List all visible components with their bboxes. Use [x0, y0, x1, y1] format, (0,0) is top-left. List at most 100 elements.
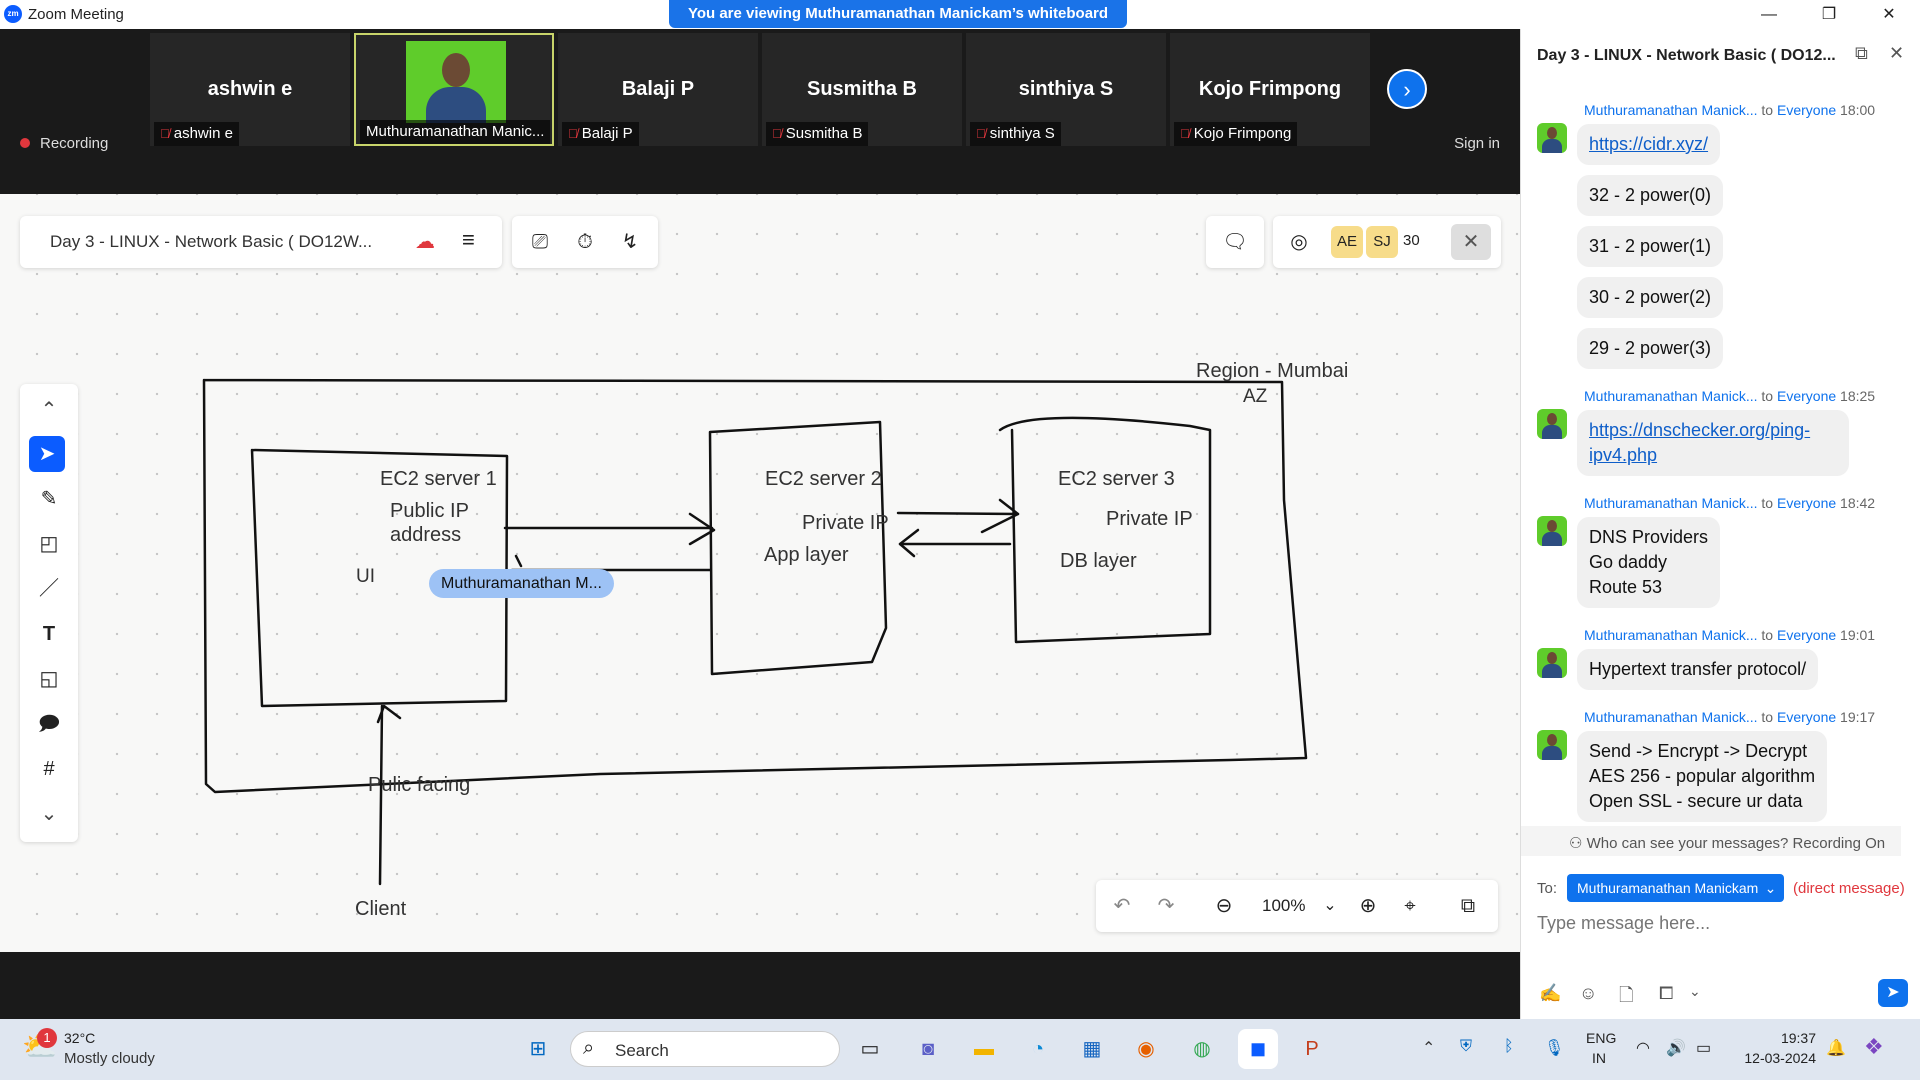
- message-bubble: 31 - 2 power(1): [1577, 226, 1724, 267]
- send-icon[interactable]: ➤: [1878, 979, 1908, 1007]
- message-header: Muthuramanathan Manick... to Everyone 19…: [1584, 709, 1876, 725]
- arrow-2to3-line: [896, 511, 1020, 516]
- notification-bell-icon[interactable]: 🔔: [1826, 1038, 1846, 1058]
- label-public-ip: Public IP: [390, 500, 469, 522]
- chrome-icon[interactable]: ◍: [1182, 1029, 1222, 1069]
- restore-button[interactable]: ❐: [1800, 0, 1858, 29]
- taskbar-search[interactable]: ⌕ Search: [570, 1031, 840, 1067]
- volume-icon[interactable]: 🔊: [1666, 1038, 1686, 1058]
- whiteboard-drawing: [202, 378, 1308, 886]
- zoom-out-icon[interactable]: ⊖: [1206, 888, 1242, 924]
- sign-in-link[interactable]: Sign in: [1454, 135, 1500, 152]
- pages-icon[interactable]: ⧉: [1450, 888, 1486, 924]
- screenshot-icon[interactable]: ⧠: [1659, 983, 1673, 1004]
- powerpoint-icon[interactable]: P: [1292, 1029, 1332, 1069]
- bluetooth-icon[interactable]: ᛒ: [1504, 1038, 1514, 1056]
- close-window-button[interactable]: ✕: [1860, 0, 1918, 29]
- security-icon[interactable]: ⛨: [1460, 1038, 1472, 1056]
- participant-label: Muthuramanathan Manic...: [360, 120, 551, 144]
- chat-title: Day 3 - LINUX - Network Basic ( DO12...: [1537, 47, 1836, 64]
- participant-label: 🎙̸ sinthiya S: [970, 122, 1061, 146]
- to-label: To:: [1537, 880, 1558, 897]
- label-server3-ip: Private IP: [1106, 508, 1193, 530]
- next-page-icon[interactable]: ›: [1387, 69, 1427, 109]
- recipient-dropdown[interactable]: Muthuramanathan Manickam ⌄: [1567, 874, 1785, 902]
- participant-label: 🎙̸ Susmitha B: [766, 122, 869, 146]
- privacy-note[interactable]: ⚇ Who can see your messages? Recording O…: [1569, 834, 1885, 852]
- weather-temp[interactable]: 32°C: [64, 1030, 95, 1046]
- copilot-icon[interactable]: ❖: [1864, 1034, 1884, 1060]
- message-input[interactable]: [1537, 907, 1897, 939]
- link-mark: [514, 554, 523, 568]
- popout-icon[interactable]: ⧉: [1855, 43, 1868, 64]
- title-bar: zm Zoom Meeting You are viewing Muthuram…: [0, 0, 1920, 29]
- participant-tile[interactable]: ashwin e 🎙̸ ashwin e: [150, 33, 350, 146]
- windows-taskbar: [0, 1019, 1920, 1080]
- chevron-down-icon[interactable]: ⌄: [1689, 983, 1701, 1000]
- chevron-up-icon[interactable]: ⌃: [1422, 1038, 1435, 1058]
- recording-indicator: Recording: [20, 135, 108, 152]
- firefox-icon[interactable]: ◉: [1126, 1029, 1166, 1069]
- clock-date[interactable]: 12-03-2024: [1736, 1050, 1816, 1066]
- wifi-icon[interactable]: ◠: [1636, 1038, 1650, 1058]
- participant-tile[interactable]: sinthiya S 🎙̸ sinthiya S: [966, 33, 1166, 146]
- label-client: Client: [355, 898, 407, 920]
- mic-muted-icon: 🎙̸: [976, 126, 986, 141]
- teams-icon[interactable]: ◙: [908, 1029, 948, 1069]
- zoom-in-icon[interactable]: ⊕: [1350, 888, 1386, 924]
- battery-icon[interactable]: ▭: [1696, 1038, 1711, 1058]
- edge-icon[interactable]: ◔: [1018, 1029, 1058, 1069]
- chat-panel: Day 3 - LINUX - Network Basic ( DO12... …: [1520, 29, 1920, 1019]
- store-icon[interactable]: ▦: [1072, 1029, 1112, 1069]
- undo-icon[interactable]: ↶: [1104, 888, 1140, 924]
- whiteboard-canvas[interactable]: Day 3 - LINUX - Network Basic ( DO12W...…: [0, 194, 1520, 952]
- format-icon[interactable]: ✍: [1539, 983, 1561, 1004]
- label-address: address: [390, 524, 462, 546]
- chevron-down-icon[interactable]: ⌄: [1312, 888, 1348, 924]
- mic-muted-icon: 🎙̸: [1180, 126, 1190, 141]
- participant-name: Susmitha B: [806, 78, 918, 100]
- language-code[interactable]: ENG: [1586, 1030, 1616, 1046]
- chevron-down-icon: ⌄: [1764, 880, 1777, 896]
- message-header: Muthuramanathan Manick... to Everyone 18…: [1584, 495, 1876, 511]
- label-app-layer: App layer: [764, 544, 849, 566]
- redo-icon[interactable]: ↷: [1148, 888, 1184, 924]
- participant-label: 🎙̸ ashwin e: [154, 122, 239, 146]
- microphone-icon[interactable]: 🎙: [1544, 1038, 1564, 1058]
- participant-tile[interactable]: Kojo Frimpong 🎙̸ Kojo Frimpong: [1170, 33, 1370, 146]
- mic-muted-icon: 🎙̸: [772, 126, 782, 141]
- link[interactable]: https://dnschecker.org/ping-ipv4.php: [1589, 420, 1810, 465]
- file-icon[interactable]: 🗋: [1619, 983, 1633, 1013]
- close-chat-icon[interactable]: ✕: [1889, 43, 1904, 64]
- zoom-app-icon[interactable]: ◼: [1238, 1029, 1278, 1069]
- weather-badge: 1: [37, 1028, 57, 1048]
- sender-avatar: [1537, 730, 1567, 760]
- task-view-icon[interactable]: ▭: [850, 1029, 890, 1069]
- message-bubble: Hypertext transfer protocol/: [1577, 649, 1819, 690]
- message-bubble: https://cidr.xyz/: [1577, 124, 1721, 165]
- weather-desc[interactable]: Mostly cloudy: [64, 1050, 155, 1067]
- sender-avatar: [1537, 516, 1567, 546]
- file-explorer-icon[interactable]: ▬: [964, 1029, 1004, 1069]
- link[interactable]: https://cidr.xyz/: [1589, 134, 1708, 154]
- participant-tile[interactable]: Balaji P 🎙̸ Balaji P: [558, 33, 758, 146]
- minimize-button[interactable]: —: [1740, 0, 1798, 29]
- zoom-logo-icon: zm: [4, 5, 22, 23]
- participant-tile[interactable]: Susmitha B 🎙̸ Susmitha B: [762, 33, 962, 146]
- recording-dot-icon: [20, 138, 30, 148]
- locate-icon[interactable]: ⌖: [1392, 888, 1428, 924]
- clock-time[interactable]: 19:37: [1766, 1030, 1816, 1046]
- label-db-layer: DB layer: [1060, 550, 1137, 572]
- emoji-icon[interactable]: ☺: [1579, 983, 1597, 1004]
- region-code[interactable]: IN: [1592, 1050, 1606, 1066]
- zoom-level[interactable]: 100%: [1262, 896, 1305, 916]
- label-ui: UI: [356, 566, 375, 587]
- window-title: Zoom Meeting: [28, 6, 124, 23]
- message-bubble: 29 - 2 power(3): [1577, 328, 1724, 369]
- participant-name: Kojo Frimpong: [1198, 78, 1342, 100]
- message-bubble: https://dnschecker.org/ping-ipv4.php: [1577, 410, 1849, 476]
- windows-start-icon[interactable]: ⊞: [518, 1029, 558, 1069]
- participant-label: 🎙̸ Balaji P: [562, 122, 639, 146]
- participant-tile-active-speaker[interactable]: Muthuramanathan Manic...: [354, 33, 554, 146]
- participant-name: ashwin e: [207, 78, 293, 100]
